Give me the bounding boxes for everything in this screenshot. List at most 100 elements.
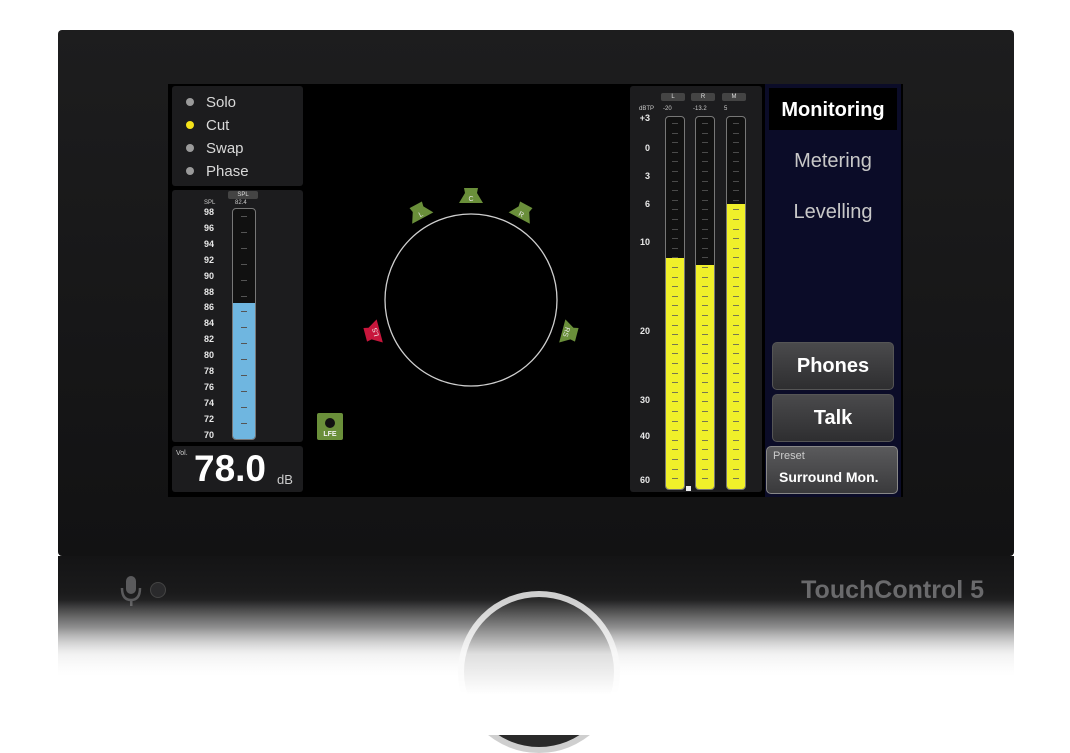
spl-graduation	[241, 327, 247, 329]
tab-monitoring[interactable]: Monitoring	[769, 88, 897, 130]
meter-graduation	[733, 343, 739, 345]
tab-levelling[interactable]: Levelling	[768, 201, 898, 224]
speaker-left-surround[interactable]: LS	[362, 319, 383, 346]
speaker-lfe[interactable]: LFE	[317, 413, 343, 440]
meter-graduation	[733, 276, 739, 278]
meter-graduation	[672, 363, 678, 364]
meter-scale-label: 6	[644, 199, 650, 209]
speaker-layout: L C R LS RS LFE	[317, 188, 580, 440]
meter-graduation	[702, 123, 708, 124]
meter-graduation	[702, 343, 708, 345]
meter-graduation	[672, 382, 678, 384]
meter-graduation	[672, 132, 678, 134]
channel-readout: 5	[724, 106, 728, 112]
meter-graduation	[733, 151, 739, 153]
speaker-center[interactable]: C	[459, 188, 483, 203]
spl-tick-label: 80	[203, 350, 214, 361]
meter-graduation	[702, 142, 708, 144]
meter-graduation	[702, 286, 708, 288]
meter-graduation	[733, 363, 739, 364]
meter-graduation	[702, 401, 708, 403]
preset-value: Surround Mon.	[779, 469, 879, 485]
meter-graduation	[702, 228, 708, 230]
meter-graduation	[733, 449, 739, 451]
phones-button[interactable]: Phones	[772, 342, 894, 390]
speaker-left[interactable]: L	[405, 199, 434, 224]
meter-graduation	[702, 315, 708, 316]
meter-graduation	[733, 430, 739, 432]
meter-graduation	[702, 305, 708, 307]
meter-graduation	[672, 276, 678, 278]
meter-graduation	[733, 459, 739, 460]
meter-graduation	[672, 478, 678, 480]
meter-graduation	[702, 430, 708, 432]
option-cut[interactable]: Cut	[186, 117, 229, 134]
meter-scale-label: 3	[644, 171, 650, 181]
channel-meter-fill	[666, 258, 684, 489]
spl-graduation	[241, 311, 247, 313]
meter-graduation	[733, 257, 739, 259]
speaker-right[interactable]: R	[508, 199, 537, 224]
option-swap[interactable]: Swap	[186, 140, 244, 157]
spl-tick-label: 92	[203, 254, 214, 265]
meter-graduation	[733, 247, 739, 249]
spl-readout: 82.4	[235, 200, 247, 206]
meter-scale-label: 30	[639, 395, 650, 405]
meter-scale-label: 40	[639, 431, 650, 441]
meter-graduation	[672, 257, 678, 259]
meter-graduation	[702, 247, 708, 249]
tab-metering[interactable]: Metering	[768, 150, 898, 173]
meter-graduation	[733, 401, 739, 403]
spl-graduation	[241, 247, 247, 249]
spl-graduation	[241, 216, 247, 217]
meter-graduation	[702, 276, 708, 278]
meter-graduation	[702, 439, 708, 441]
spl-tick-label: 84	[203, 318, 214, 329]
option-solo[interactable]: Solo	[186, 94, 236, 111]
option-label: Cut	[206, 117, 230, 134]
spl-graduation	[241, 343, 247, 345]
options-panel: Solo Cut Swap Phase	[172, 86, 303, 186]
option-phase[interactable]: Phase	[186, 163, 249, 180]
meter-graduation	[733, 142, 739, 144]
meter-graduation	[733, 238, 739, 240]
meter-graduation	[733, 199, 739, 201]
speaker-label: LFE	[323, 431, 337, 438]
meter-graduation	[672, 219, 678, 220]
meter-graduation	[702, 267, 708, 268]
meter-graduation	[672, 267, 678, 268]
meter-graduation	[702, 363, 708, 364]
meter-graduation	[672, 151, 678, 153]
meter-graduation	[702, 238, 708, 240]
solo-indicator	[186, 98, 194, 107]
spl-tick-label: 72	[203, 413, 214, 424]
preset-selector[interactable]: Preset Surround Mon.	[766, 446, 898, 494]
talk-button[interactable]: Talk	[772, 394, 894, 442]
spl-header: SPL	[228, 191, 258, 199]
spl-axis-label: SPL	[204, 200, 216, 206]
spl-meter-bar	[232, 208, 256, 440]
spl-tick-label: 86	[203, 302, 214, 313]
channel-header: L	[661, 93, 685, 101]
meter-graduation	[702, 151, 708, 153]
spl-tick-label: 78	[203, 366, 214, 376]
channel-meter-bar	[726, 116, 746, 490]
speaker-right-surround[interactable]: RS	[559, 319, 580, 346]
meter-graduation	[672, 439, 678, 441]
spl-graduation	[241, 231, 247, 233]
meter-unit: dBTP	[639, 106, 655, 112]
meter-graduation	[733, 334, 739, 336]
meter-graduation	[672, 171, 678, 172]
spl-graduation	[241, 406, 247, 408]
meter-graduation	[733, 180, 739, 182]
meter-graduation	[733, 161, 739, 163]
volume-value[interactable]: 78.0	[194, 448, 266, 490]
cut-indicator	[186, 121, 194, 130]
channel-readout: -20	[663, 106, 672, 112]
meter-graduation	[733, 324, 739, 326]
meter-graduation	[672, 449, 678, 451]
meter-graduation	[672, 247, 678, 249]
meter-graduation	[733, 219, 739, 220]
meter-graduation	[672, 315, 678, 316]
meter-peak-marker	[686, 486, 691, 491]
